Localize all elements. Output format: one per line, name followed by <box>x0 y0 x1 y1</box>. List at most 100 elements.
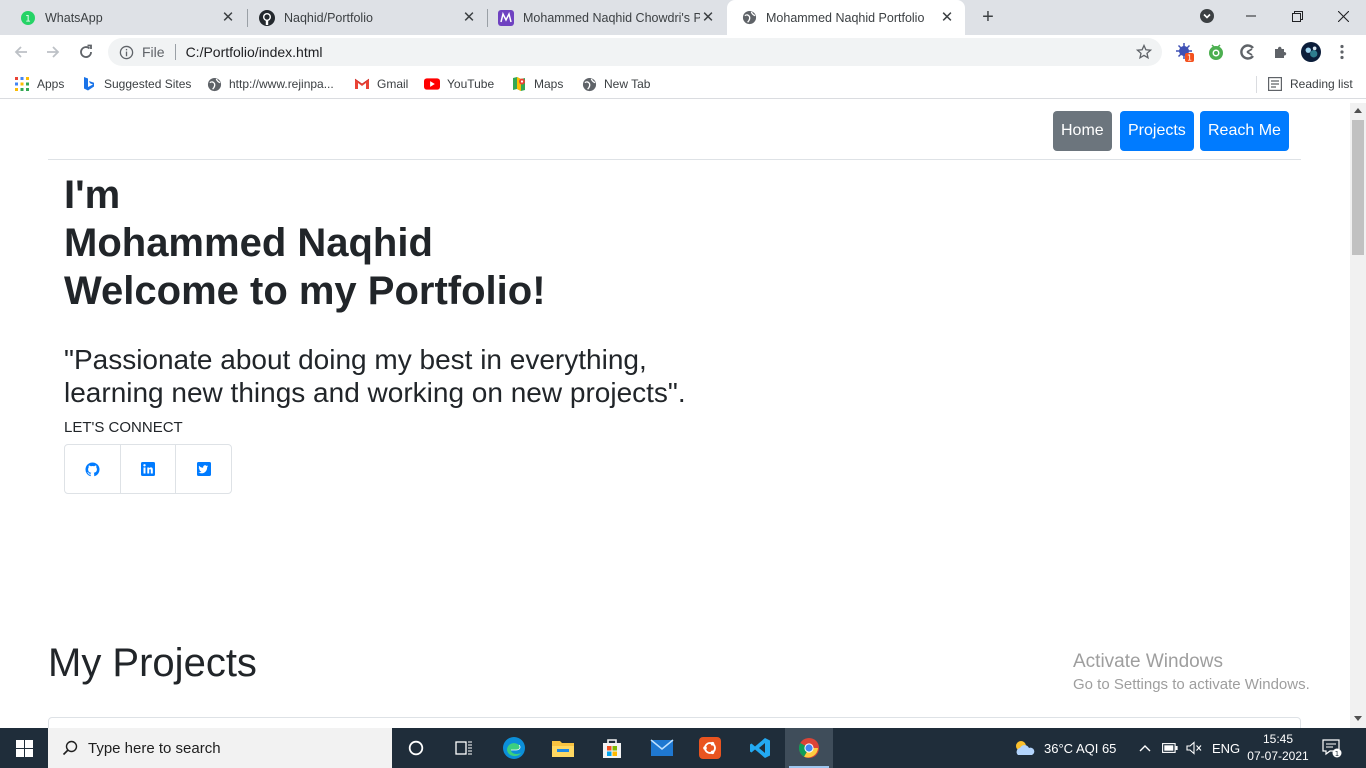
extension-button[interactable] <box>1206 42 1226 62</box>
taskbar-file-explorer[interactable] <box>539 728 587 768</box>
avatar <box>1301 42 1321 62</box>
twitter-icon <box>196 462 211 476</box>
nav-home-button[interactable]: Home <box>1053 111 1112 151</box>
hero-line-welcome: Welcome to my Portfolio! <box>64 269 546 313</box>
nav-projects-button[interactable]: Projects <box>1120 111 1194 151</box>
linkedin-link-button[interactable] <box>121 445 177 493</box>
reload-icon <box>80 44 92 58</box>
clock-date: 07-07-2021 <box>1247 749 1309 763</box>
reading-list-label: Reading list <box>1290 77 1353 91</box>
projects-heading: My Projects <box>48 641 257 685</box>
bookmark-suggested-sites[interactable]: Suggested Sites <box>81 75 191 93</box>
close-icon[interactable]: ✕ <box>220 9 236 26</box>
bookmark-youtube[interactable]: YouTube <box>424 75 494 93</box>
extension-button[interactable] <box>1238 42 1258 62</box>
globe-icon <box>581 76 597 92</box>
notification-center-button[interactable]: 1 <box>1322 728 1342 768</box>
task-view-button[interactable] <box>440 728 488 768</box>
reading-list-icon <box>1267 76 1283 92</box>
taskbar-chrome[interactable] <box>785 728 833 768</box>
bookmark-label: YouTube <box>447 77 495 91</box>
maps-icon <box>511 76 527 92</box>
menu-button[interactable] <box>1332 42 1352 62</box>
arrow-left-icon <box>14 46 27 58</box>
system-clock[interactable]: 15:45 07-07-2021 <box>1246 731 1310 765</box>
bing-icon <box>81 76 97 92</box>
address-bar[interactable]: File C:/Portfolio/index.html <box>108 38 1162 66</box>
cortana-button[interactable] <box>392 728 440 768</box>
hero-heading: I'm Mohammed Naqhid Welcome to my Portfo… <box>64 171 546 315</box>
close-icon[interactable]: ✕ <box>461 9 477 26</box>
taskbar-vscode[interactable] <box>736 728 784 768</box>
arrow-right-icon <box>47 46 60 58</box>
close-icon <box>1337 10 1349 22</box>
nav-reach-me-button[interactable]: Reach Me <box>1200 111 1289 151</box>
bookmark-gmail[interactable]: Gmail <box>354 75 408 93</box>
scrollbar-thumb[interactable] <box>1352 120 1364 255</box>
minimize-button[interactable] <box>1228 0 1274 32</box>
weather-partly-cloudy-icon <box>1016 741 1035 755</box>
bookmark-maps[interactable]: Maps <box>511 75 563 93</box>
page-viewport: Home Projects Reach Me I'm Mohammed Naqh… <box>0 103 1350 728</box>
volume-muted-icon <box>1186 741 1202 755</box>
extension-c-icon <box>1240 44 1254 60</box>
edge-icon <box>503 737 525 759</box>
reading-list-button[interactable]: Reading list <box>1267 75 1353 93</box>
restore-button[interactable] <box>1274 0 1320 32</box>
bookmark-new-tab[interactable]: New Tab <box>581 75 650 93</box>
star-icon[interactable] <box>1136 44 1152 60</box>
github-icon <box>259 9 275 26</box>
reload-button[interactable] <box>74 40 98 64</box>
close-icon[interactable]: ✕ <box>939 9 955 26</box>
tab-portfolio-live[interactable]: Mohammed Naqhid Chowdri's P ✕ <box>484 0 726 35</box>
taskbar-search-input[interactable]: Type here to search <box>48 728 392 768</box>
battery-icon <box>1162 743 1178 753</box>
social-button-group <box>64 444 232 494</box>
activate-windows-watermark: Activate Windows Go to Settings to activ… <box>1073 651 1310 693</box>
github-link-button[interactable] <box>65 445 121 493</box>
info-icon[interactable] <box>118 44 134 60</box>
weather-text: 36°C AQI 65 <box>1044 740 1117 756</box>
bookmark-rejinpaul[interactable]: http://www.rejinpa... <box>206 75 334 93</box>
more-vertical-icon <box>1340 44 1344 60</box>
start-button[interactable] <box>0 728 48 768</box>
taskbar-edge[interactable] <box>490 728 538 768</box>
profile-button[interactable] <box>1301 42 1321 62</box>
address-scheme: File <box>142 44 165 60</box>
forward-button[interactable] <box>41 40 65 64</box>
tab-whatsapp[interactable]: 1 WhatsApp ✕ <box>6 0 246 35</box>
tab-github[interactable]: Naqhid/Portfolio ✕ <box>245 0 487 35</box>
task-view-icon <box>455 741 472 755</box>
address-url[interactable]: C:/Portfolio/index.html <box>186 44 323 60</box>
site-navbar: Home Projects Reach Me <box>48 103 1301 160</box>
extension-button[interactable]: 1 <box>1175 42 1195 62</box>
extensions-menu-button[interactable] <box>1270 42 1290 62</box>
bookmarks-bar: Apps Suggested Sites http://www.rejinpa.… <box>0 69 1366 99</box>
weather-widget[interactable]: 36°C AQI 65 <box>1012 728 1116 768</box>
tab-search-button[interactable] <box>1184 0 1230 32</box>
taskbar-store[interactable] <box>588 728 636 768</box>
taskbar-ubuntu[interactable] <box>686 728 734 768</box>
close-icon[interactable]: ✕ <box>700 9 716 26</box>
apps-grid-icon <box>14 76 30 92</box>
taskbar-mail[interactable] <box>638 728 686 768</box>
tab-active-portfolio[interactable]: Mohammed Naqhid Portfolio ✕ <box>727 0 965 35</box>
show-hidden-icons-button[interactable] <box>1139 728 1151 768</box>
scroll-up-arrow-icon[interactable] <box>1354 108 1362 113</box>
back-button[interactable] <box>9 40 33 64</box>
twitter-link-button[interactable] <box>176 445 231 493</box>
new-tab-button[interactable]: + <box>977 6 999 28</box>
language-indicator[interactable]: ENG <box>1212 728 1240 768</box>
store-icon <box>603 739 621 758</box>
github-icon <box>85 461 100 476</box>
chevron-down-icon <box>1200 9 1214 23</box>
window-close-button[interactable] <box>1320 0 1366 32</box>
extension-badge: 1 <box>1187 54 1192 63</box>
battery-indicator[interactable] <box>1162 728 1178 768</box>
volume-button[interactable] <box>1186 728 1202 768</box>
extension-green-icon <box>1209 44 1223 60</box>
page-scrollbar[interactable] <box>1350 103 1366 728</box>
bookmark-apps[interactable]: Apps <box>14 75 64 93</box>
quote-line-1: "Passionate about doing my best in every… <box>64 344 647 375</box>
scroll-down-arrow-icon[interactable] <box>1354 716 1362 721</box>
